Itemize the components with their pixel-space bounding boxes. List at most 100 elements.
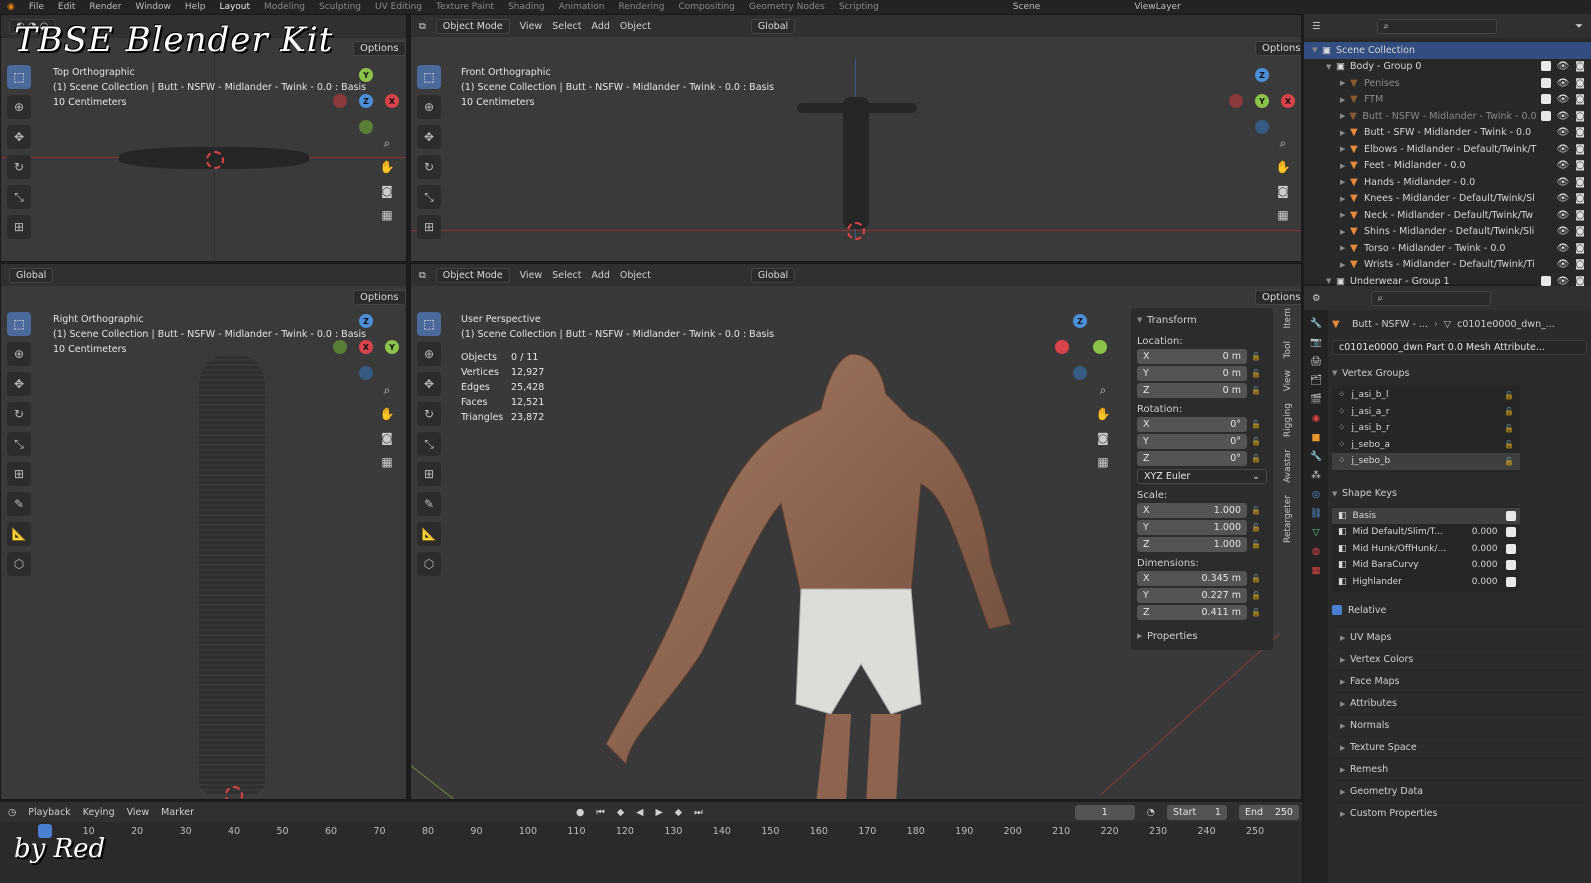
render-tab-icon[interactable]: 📷 [1310, 337, 1322, 348]
lock-icon[interactable]: 🔓 [1251, 454, 1261, 463]
location-z-field[interactable]: Z 0 m [1137, 383, 1247, 398]
breadcrumb-object[interactable]: Butt - NSFW - ... [1352, 319, 1428, 330]
camera-render-icon[interactable]: ◙ [1575, 61, 1585, 72]
grid-icon[interactable]: ▦ [377, 452, 397, 472]
scale-y-field[interactable]: Y 1.000 [1137, 520, 1247, 535]
lock-icon[interactable]: 🔓 [1251, 574, 1261, 583]
transform-tool-icon[interactable]: ⊞ [7, 215, 31, 239]
menu-playback[interactable]: Playback [28, 807, 70, 818]
measure-tool-icon[interactable]: 📐 [7, 522, 31, 546]
scene-selector[interactable]: Scene [1006, 2, 1047, 12]
grid-icon[interactable]: ▦ [1273, 205, 1293, 225]
shape-key-mute-checkbox[interactable] [1505, 560, 1516, 571]
viewport-right[interactable]: Global Options Right Orthographic (1) Sc… [0, 263, 407, 800]
section-texture-space[interactable]: ▶ Texture Space [1332, 736, 1587, 758]
lock-icon[interactable]: 🔓 [1251, 369, 1261, 378]
shape-key-mute-checkbox[interactable] [1505, 510, 1516, 521]
select-tool-icon[interactable]: ⬚ [7, 65, 31, 89]
grid-icon[interactable]: ▦ [1093, 452, 1113, 472]
vertex-group-item[interactable]: ⁘ j_asi_a_r 🔓 [1332, 404, 1520, 421]
exclude-checkbox[interactable] [1540, 77, 1551, 88]
gizmo-y-icon[interactable]: Y [359, 68, 373, 82]
camera-render-icon[interactable]: ◙ [1575, 177, 1585, 188]
add-cube-tool-icon[interactable]: ⬡ [417, 552, 441, 576]
play-reverse-icon[interactable]: ◀ [636, 807, 643, 818]
expand-arrow-icon[interactable]: ▶ [1340, 195, 1350, 203]
grid-icon[interactable]: ▦ [377, 205, 397, 225]
rotate-tool-icon[interactable]: ↻ [417, 155, 441, 179]
lock-icon[interactable]: 🔓 [1504, 391, 1514, 400]
n-tab-view[interactable]: View [1281, 366, 1301, 395]
timeline-ruler[interactable]: 1102030405060708090100110120130140150160… [0, 824, 1302, 842]
cursor-tool-icon[interactable]: ⊕ [417, 342, 441, 366]
expand-arrow-icon[interactable]: ▶ [1340, 79, 1350, 87]
editor-type-icon[interactable]: ⚙ [1312, 293, 1321, 304]
play-icon[interactable]: ▶ [655, 807, 662, 818]
eye-icon[interactable]: 👁 [1557, 144, 1570, 155]
cursor-tool-icon[interactable]: ⊕ [7, 95, 31, 119]
material-tab-icon[interactable]: ◍ [1312, 546, 1320, 557]
expand-arrow-icon[interactable]: ▶ [1340, 211, 1350, 219]
scale-z-field[interactable]: Z 1.000 [1137, 537, 1247, 552]
mode-dropdown[interactable]: Object Mode [435, 18, 510, 34]
modifier-tab-icon[interactable]: 🔧 [1310, 451, 1322, 462]
gizmo-negz-icon[interactable] [1255, 120, 1269, 134]
gizmo-negz-icon[interactable] [1073, 366, 1087, 380]
blender-logo-icon[interactable]: ◉ [0, 2, 22, 12]
expand-arrow-icon[interactable]: ▶ [1340, 228, 1350, 236]
vertex-group-item[interactable]: ⁘ j_sebo_b 🔓 [1332, 453, 1520, 470]
shape-key-item[interactable]: ◧ Mid Hunk/OffHunk/... 0.000 [1332, 541, 1520, 558]
object-tab-icon[interactable]: ■ [1312, 432, 1321, 443]
gizmo-z-icon[interactable]: Z [1255, 68, 1269, 82]
camera-icon[interactable]: ◙ [1273, 181, 1293, 201]
lock-icon[interactable]: 🔓 [1251, 352, 1261, 361]
gizmo-z-icon[interactable]: Z [359, 94, 373, 108]
shape-key-value[interactable]: 0.000 [1458, 577, 1498, 587]
options-dropdown[interactable]: Options [1255, 290, 1301, 305]
expand-arrow-icon[interactable]: ▶ [1340, 244, 1350, 252]
n-tab-rigging[interactable]: Rigging [1281, 399, 1301, 441]
shape-key-value[interactable]: 0.000 [1458, 544, 1498, 554]
pan-hand-icon[interactable]: ✋ [377, 404, 397, 424]
n-tab-tool[interactable]: Tool [1281, 337, 1301, 362]
camera-render-icon[interactable]: ◙ [1575, 94, 1585, 105]
section-normals[interactable]: ▶ Normals [1332, 714, 1587, 736]
section-custom-properties[interactable]: ▶ Custom Properties [1332, 802, 1587, 824]
jump-start-icon[interactable]: ⏮ [596, 807, 605, 818]
camera-render-icon[interactable]: ◙ [1575, 259, 1585, 270]
eye-icon[interactable]: 👁 [1557, 243, 1570, 254]
lock-icon[interactable]: 🔓 [1251, 437, 1261, 446]
rotate-tool-icon[interactable]: ↻ [417, 402, 441, 426]
outliner-row[interactable]: ▶ ▼ Knees - Midlander - Default/Twink/Sl 👁 ◙ [1304, 191, 1591, 208]
camera-render-icon[interactable]: ◙ [1575, 226, 1585, 237]
workspace-tab-uv-editing[interactable]: UV Editing [368, 2, 429, 12]
eye-icon[interactable]: 👁 [1557, 259, 1570, 270]
dimension-z-field[interactable]: Z 0.411 m [1137, 605, 1247, 620]
camera-render-icon[interactable]: ◙ [1575, 78, 1585, 89]
eye-icon[interactable]: 👁 [1557, 111, 1570, 122]
menu-select[interactable]: Select [552, 270, 581, 281]
gizmo-y-icon[interactable]: Y [1255, 94, 1269, 108]
clock-icon[interactable]: ◔ [1147, 807, 1155, 818]
workspace-tab-scripting[interactable]: Scripting [832, 2, 886, 12]
transform-orientation-dropdown[interactable]: Global [9, 267, 54, 283]
dimension-x-field[interactable]: X 0.345 m [1137, 571, 1247, 586]
gizmo-negx-icon[interactable] [1229, 94, 1243, 108]
menu-object[interactable]: Object [620, 270, 651, 281]
rotation-x-field[interactable]: X 0° [1137, 417, 1247, 432]
exclude-checkbox[interactable] [1540, 61, 1551, 72]
lock-icon[interactable]: 🔓 [1504, 407, 1514, 416]
particles-tab-icon[interactable]: ⁂ [1311, 470, 1321, 481]
shape-key-mute-checkbox[interactable] [1505, 543, 1516, 554]
zoom-icon[interactable]: ⌕ [377, 133, 397, 153]
shape-key-mute-checkbox[interactable] [1505, 527, 1516, 538]
move-tool-icon[interactable]: ✥ [7, 125, 31, 149]
menu-object[interactable]: Object [620, 21, 651, 32]
menu-add[interactable]: Add [592, 21, 610, 32]
filter-icon[interactable]: ⏷ [1575, 21, 1583, 32]
breadcrumb-mesh[interactable]: c0101e0000_dwn_... [1457, 319, 1555, 330]
vertex-group-item[interactable]: ⁘ j_asi_b_l 🔓 [1332, 387, 1520, 404]
editor-type-icon[interactable]: ◷ [8, 807, 16, 818]
n-tab-retargeter[interactable]: Retargeter [1281, 491, 1301, 547]
outliner-row[interactable]: ▶ ▼ Hands - Midlander - 0.0 👁 ◙ [1304, 174, 1591, 191]
